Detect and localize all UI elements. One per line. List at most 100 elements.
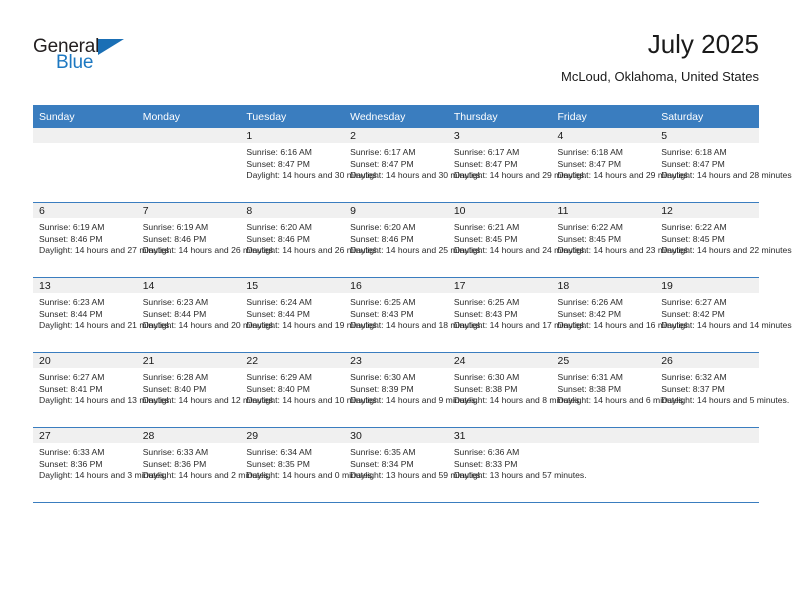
- day-details: Sunrise: 6:25 AM Sunset: 8:43 PM Daylight:…: [344, 293, 483, 332]
- day-details: Sunrise: 6:35 AM Sunset: 8:34 PM Daylight:…: [344, 443, 483, 482]
- calendar-day-cell[interactable]: 8 Sunrise: 6:20 AM Sunset: 8:46 PM Daylight…: [240, 202, 379, 278]
- daylight-text: Daylight: 14 hours and 29 minutes.: [453, 170, 587, 181]
- calendar-day-cell[interactable]: 21 Sunrise: 6:28 AM Sunset: 8:40 PM Dayligh…: [136, 352, 276, 428]
- day-number: 4: [551, 128, 656, 143]
- calendar-cell-empty: [655, 427, 759, 503]
- calendar-day-cell[interactable]: 5 Sunrise: 6:18 AM Sunset: 8:47 PM Daylight…: [655, 128, 792, 203]
- daylight-text: Daylight: 14 hours and 6 minutes.: [557, 395, 686, 406]
- sunrise-text: Sunrise: 6:18 AM: [661, 147, 727, 157]
- calendar-day-cell[interactable]: 31 Sunrise: 6:36 AM Sunset: 8:33 PM Dayligh…: [447, 427, 587, 503]
- calendar-day-cell[interactable]: 20 Sunrise: 6:27 AM Sunset: 8:41 PM Dayligh…: [33, 352, 172, 428]
- sunset-text: Sunset: 8:46 PM: [142, 233, 207, 244]
- day-number: 28: [136, 428, 241, 443]
- sunrise-text: Sunrise: 6:16 AM: [246, 147, 312, 157]
- calendar-week-row: 1 Sunrise: 6:16 AM Sunset: 8:47 PM Daylight…: [33, 128, 792, 203]
- sunrise-text: Sunrise: 6:20 AM: [350, 222, 416, 232]
- calendar-day-cell[interactable]: 23 Sunrise: 6:30 AM Sunset: 8:39 PM Dayligh…: [344, 352, 478, 428]
- day-details: Sunrise: 6:22 AM Sunset: 8:45 PM Daylight:…: [655, 218, 792, 257]
- sunset-text: Sunset: 8:47 PM: [246, 158, 310, 169]
- sunrise-text: Sunrise: 6:32 AM: [661, 372, 727, 382]
- sunrise-text: Sunrise: 6:22 AM: [661, 222, 727, 232]
- day-number: 10: [447, 203, 552, 218]
- calendar-day-cell[interactable]: 27 Sunrise: 6:33 AM Sunset: 8:36 PM Dayligh…: [33, 427, 167, 503]
- sunset-text: Sunset: 8:47 PM: [557, 158, 622, 169]
- calendar-week-row: 20 Sunrise: 6:27 AM Sunset: 8:41 PM Dayligh…: [33, 352, 789, 428]
- sunset-text: Sunset: 8:47 PM: [350, 158, 414, 169]
- day-number: 25: [551, 353, 656, 368]
- calendar-day-cell[interactable]: 29 Sunrise: 6:34 AM Sunset: 8:35 PM Dayligh…: [240, 427, 374, 503]
- day-details: Sunrise: 6:19 AM Sunset: 8:46 PM Daylight:…: [33, 218, 172, 257]
- calendar-day-cell[interactable]: 11 Sunrise: 6:22 AM Sunset: 8:45 PM Dayligh…: [551, 202, 691, 278]
- calendar-day-cell[interactable]: 13 Sunrise: 6:23 AM Sunset: 8:44 PM Dayligh…: [33, 277, 172, 353]
- weekday-header-thursday: Thursday: [447, 105, 552, 128]
- day-details: Sunrise: 6:29 AM Sunset: 8:40 PM Daylight:…: [240, 368, 379, 407]
- calendar-day-cell[interactable]: 10 Sunrise: 6:21 AM Sunset: 8:45 PM Dayligh…: [447, 202, 587, 278]
- sunrise-text: Sunrise: 6:30 AM: [453, 372, 520, 382]
- sunrise-text: Sunrise: 6:18 AM: [557, 147, 623, 157]
- sunset-text: Sunset: 8:46 PM: [350, 233, 414, 244]
- calendar-day-cell[interactable]: 22 Sunrise: 6:29 AM Sunset: 8:40 PM Dayligh…: [240, 352, 379, 428]
- page-title: July 2025: [647, 29, 759, 59]
- day-details: Sunrise: 6:27 AM Sunset: 8:42 PM Daylight:…: [655, 293, 792, 332]
- calendar-week-row: 13 Sunrise: 6:23 AM Sunset: 8:44 PM Dayligh…: [33, 277, 792, 353]
- daylight-text: Daylight: 14 hours and 23 minutes.: [557, 245, 691, 256]
- calendar-day-cell[interactable]: 6 Sunrise: 6:19 AM Sunset: 8:46 PM Daylight…: [33, 202, 172, 278]
- sunset-text: Sunset: 8:42 PM: [661, 308, 725, 319]
- calendar-day-cell[interactable]: 30 Sunrise: 6:35 AM Sunset: 8:34 PM Dayligh…: [344, 427, 483, 503]
- sunrise-text: Sunrise: 6:23 AM: [142, 297, 209, 307]
- calendar-day-cell[interactable]: 7 Sunrise: 6:19 AM Sunset: 8:46 PM Daylight…: [136, 202, 276, 278]
- calendar-day-cell[interactable]: 14 Sunrise: 6:23 AM Sunset: 8:44 PM Dayligh…: [136, 277, 276, 353]
- weekday-header-wednesday: Wednesday: [344, 105, 448, 128]
- day-number: 2: [344, 128, 448, 143]
- calendar-day-cell[interactable]: 4 Sunrise: 6:18 AM Sunset: 8:47 PM Daylight…: [551, 128, 691, 203]
- sunset-text: Sunset: 8:36 PM: [142, 458, 207, 469]
- day-number: 16: [344, 278, 448, 293]
- sunset-text: Sunset: 8:42 PM: [557, 308, 622, 319]
- daylight-text: Daylight: 13 hours and 59 minutes.: [350, 470, 483, 481]
- day-number: 31: [447, 428, 552, 443]
- general-blue-logo[interactable]: General Blue: [33, 36, 153, 82]
- calendar-day-cell[interactable]: 18 Sunrise: 6:26 AM Sunset: 8:42 PM Dayligh…: [551, 277, 690, 353]
- sunset-text: Sunset: 8:37 PM: [661, 383, 725, 394]
- daylight-text: Daylight: 14 hours and 29 minutes.: [557, 170, 691, 181]
- day-details: Sunrise: 6:27 AM Sunset: 8:41 PM Daylight:…: [33, 368, 172, 407]
- calendar-day-cell[interactable]: 3 Sunrise: 6:17 AM Sunset: 8:47 PM Daylight…: [447, 128, 587, 203]
- calendar-day-cell[interactable]: 9 Sunrise: 6:20 AM Sunset: 8:46 PM Daylight…: [344, 202, 483, 278]
- calendar-day-cell[interactable]: 16 Sunrise: 6:25 AM Sunset: 8:43 PM Dayligh…: [344, 277, 483, 353]
- page-header: General Blue July 2025 McLoud, Oklahoma,…: [33, 28, 759, 100]
- sunrise-text: Sunrise: 6:20 AM: [246, 222, 312, 232]
- day-number: 12: [655, 203, 759, 218]
- sunrise-text: Sunrise: 6:36 AM: [453, 447, 520, 457]
- sunrise-text: Sunrise: 6:35 AM: [350, 447, 416, 457]
- calendar-day-cell[interactable]: 17 Sunrise: 6:25 AM Sunset: 8:43 PM Dayligh…: [447, 277, 587, 353]
- calendar-day-cell[interactable]: 25 Sunrise: 6:31 AM Sunset: 8:38 PM Dayligh…: [551, 352, 686, 428]
- sunset-text: Sunset: 8:47 PM: [661, 158, 725, 169]
- day-number: 23: [344, 353, 448, 368]
- day-details: Sunrise: 6:28 AM Sunset: 8:40 PM Daylight:…: [137, 368, 276, 407]
- calendar-day-cell[interactable]: 28 Sunrise: 6:33 AM Sunset: 8:36 PM Dayligh…: [136, 427, 271, 503]
- calendar-day-cell[interactable]: 26 Sunrise: 6:32 AM Sunset: 8:37 PM Dayligh…: [655, 352, 789, 428]
- day-details: Sunrise: 6:33 AM Sunset: 8:36 PM Daylight:…: [137, 443, 271, 482]
- calendar-day-cell[interactable]: 12 Sunrise: 6:22 AM Sunset: 8:45 PM Dayligh…: [655, 202, 792, 278]
- calendar-day-cell[interactable]: 2 Sunrise: 6:17 AM Sunset: 8:47 PM Daylight…: [344, 128, 483, 203]
- daylight-text: Daylight: 13 hours and 57 minutes.: [453, 470, 587, 481]
- calendar-day-cell[interactable]: 24 Sunrise: 6:30 AM Sunset: 8:38 PM Dayligh…: [447, 352, 582, 428]
- day-number-band: [551, 428, 656, 443]
- sunrise-text: Sunrise: 6:27 AM: [661, 297, 727, 307]
- day-details: Sunrise: 6:32 AM Sunset: 8:37 PM Daylight:…: [655, 368, 789, 407]
- title-block: July 2025 McLoud, Oklahoma, United State…: [561, 28, 759, 86]
- calendar-day-cell[interactable]: 15 Sunrise: 6:24 AM Sunset: 8:44 PM Dayligh…: [240, 277, 379, 353]
- day-number: 15: [240, 278, 345, 293]
- sunset-text: Sunset: 8:41 PM: [39, 383, 103, 394]
- sunset-text: Sunset: 8:38 PM: [453, 383, 518, 394]
- sunset-text: Sunset: 8:40 PM: [246, 383, 310, 394]
- day-details: Sunrise: 6:19 AM Sunset: 8:46 PM Daylight:…: [137, 218, 276, 257]
- calendar-day-cell[interactable]: 1 Sunrise: 6:16 AM Sunset: 8:47 PM Daylight…: [240, 128, 380, 203]
- day-number-band: [33, 128, 137, 143]
- sunset-text: Sunset: 8:43 PM: [453, 308, 518, 319]
- day-details: Sunrise: 6:33 AM Sunset: 8:36 PM Daylight:…: [33, 443, 167, 482]
- daylight-text: Daylight: 14 hours and 27 minutes.: [39, 245, 172, 256]
- day-number: 5: [655, 128, 759, 143]
- daylight-text: Daylight: 14 hours and 30 minutes.: [246, 170, 380, 181]
- calendar-day-cell[interactable]: 19 Sunrise: 6:27 AM Sunset: 8:42 PM Dayligh…: [655, 277, 792, 353]
